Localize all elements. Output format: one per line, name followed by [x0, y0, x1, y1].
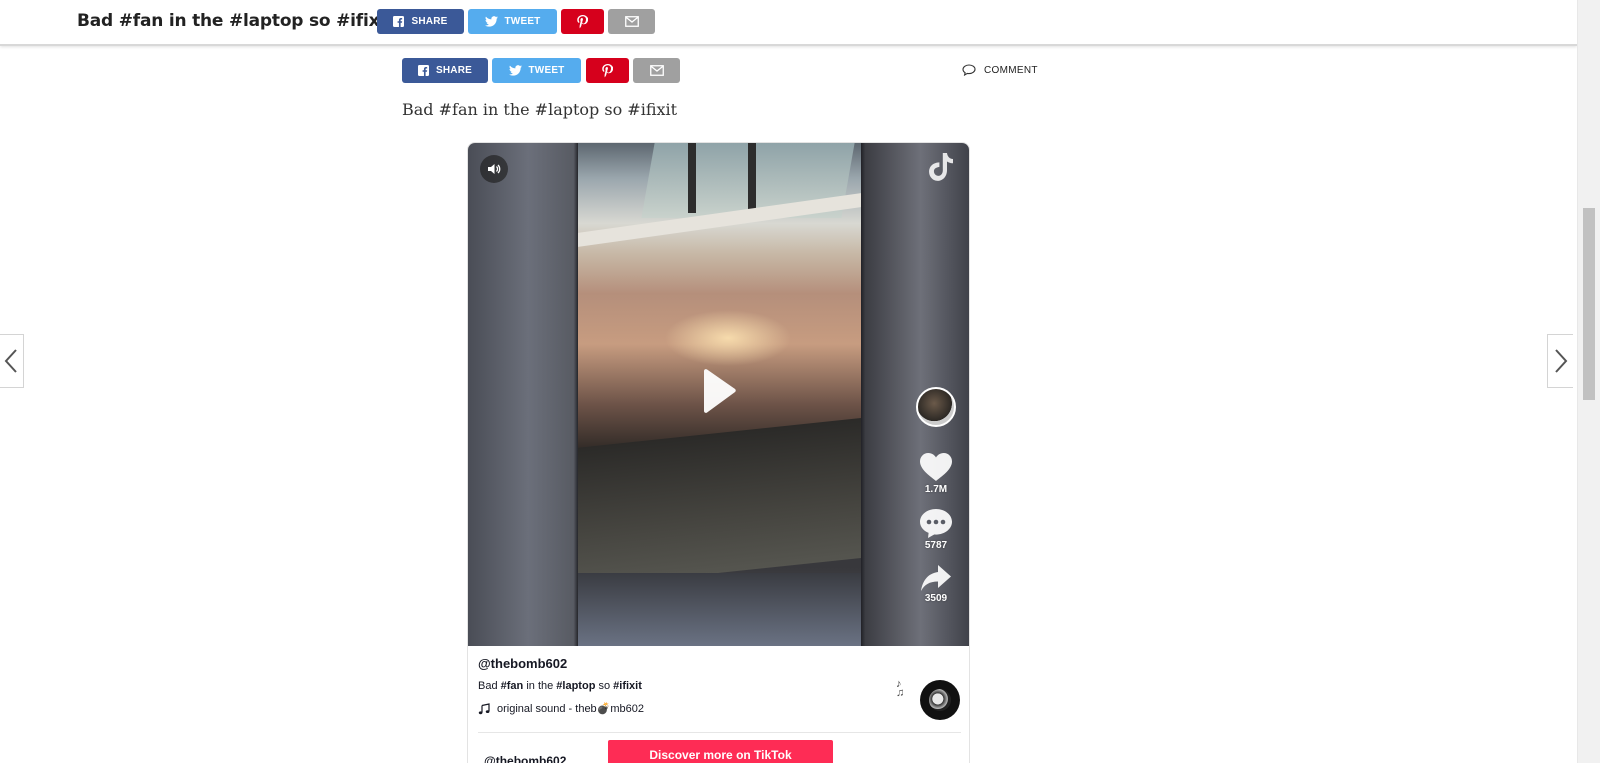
header-tweet-label: TWEET — [504, 16, 541, 27]
like-count: 1.7M — [924, 484, 948, 495]
volume-button[interactable] — [480, 155, 508, 183]
email-icon — [649, 65, 664, 76]
header-facebook-share-button[interactable]: SHARE — [377, 9, 464, 34]
hashtag-laptop[interactable]: #laptop — [556, 680, 595, 692]
tiktok-logo[interactable] — [929, 153, 955, 188]
hashtag-ifixit[interactable]: #ifixit — [613, 680, 642, 692]
play-icon — [704, 369, 736, 413]
volume-icon — [488, 164, 501, 174]
article-twitter-tweet-button[interactable]: TWEET — [492, 58, 581, 83]
comment-link[interactable]: COMMENT — [962, 64, 1038, 76]
watch-on-tiktok-button[interactable]: Discover more on TikTok — [608, 740, 833, 763]
next-author: @thebomb602 — [484, 754, 567, 763]
comment-icon — [962, 64, 976, 76]
article-share-label: SHARE — [435, 65, 472, 76]
tiktok-video[interactable]: 1.7M 5787 3509 — [468, 143, 969, 646]
heart-icon[interactable] — [920, 453, 952, 482]
facebook-icon — [393, 16, 405, 27]
sound-label: original sound - theb💣mb602 — [497, 703, 645, 715]
header-email-button[interactable] — [608, 9, 655, 34]
chevron-right-icon — [1554, 349, 1567, 373]
article-body-text: Bad #fan in the #laptop so #ifixit — [402, 100, 678, 119]
scrollbar-thumb[interactable] — [1583, 208, 1595, 400]
next-arrow-button[interactable] — [1547, 334, 1573, 388]
pinterest-icon — [577, 14, 588, 28]
share-arrow-icon[interactable] — [921, 565, 951, 591]
tiktok-logo-icon — [929, 153, 953, 181]
header-share-label: SHARE — [411, 16, 448, 27]
previous-arrow-button[interactable] — [0, 334, 24, 388]
share-count: 3509 — [924, 593, 948, 604]
sound-disc[interactable] — [920, 680, 960, 720]
chevron-left-icon — [4, 349, 17, 373]
video-side-actions: 1.7M 5787 3509 — [914, 387, 958, 604]
article-pinterest-button[interactable] — [586, 58, 629, 83]
creator-avatar[interactable] — [916, 387, 956, 427]
divider — [478, 732, 961, 733]
caption-text: so — [595, 680, 614, 692]
tiktok-embed: 1.7M 5787 3509 @thebomb602 Bad #fan in t… — [467, 142, 970, 763]
comment-bubble-icon[interactable] — [920, 509, 952, 538]
play-button[interactable] — [701, 369, 737, 418]
caption-text: Bad — [478, 680, 501, 692]
header-pinterest-button[interactable] — [561, 9, 604, 34]
facebook-icon — [417, 65, 429, 76]
music-notes-decoration: ♪ ♫ — [896, 678, 905, 699]
pinterest-icon — [602, 63, 613, 77]
music-note-icon — [478, 702, 490, 714]
embed-author[interactable]: @thebomb602 — [478, 656, 567, 671]
article-email-button[interactable] — [633, 58, 680, 83]
email-icon — [624, 16, 639, 27]
twitter-icon — [508, 65, 522, 76]
sticky-title: Bad #fan in the #laptop so #ifixit — [77, 11, 393, 31]
caption-text: in the — [523, 680, 557, 692]
comment-count: 5787 — [924, 540, 948, 551]
embed-caption: Bad #fan in the #laptop so #ifixit — [478, 680, 642, 692]
article-facebook-share-button[interactable]: SHARE — [402, 58, 488, 83]
page-scrollbar[interactable] — [1577, 0, 1600, 763]
header-twitter-tweet-button[interactable]: TWEET — [468, 9, 557, 34]
embed-sound[interactable]: original sound - theb💣mb602 — [478, 702, 644, 715]
hashtag-fan[interactable]: #fan — [501, 680, 524, 692]
sticky-header: Bad #fan in the #laptop so #ifixit SHARE… — [0, 0, 1577, 46]
comment-label: COMMENT — [984, 64, 1038, 76]
embed-info: @thebomb602 Bad #fan in the #laptop so #… — [468, 646, 969, 763]
twitter-icon — [484, 16, 498, 27]
article-tweet-label: TWEET — [528, 65, 565, 76]
